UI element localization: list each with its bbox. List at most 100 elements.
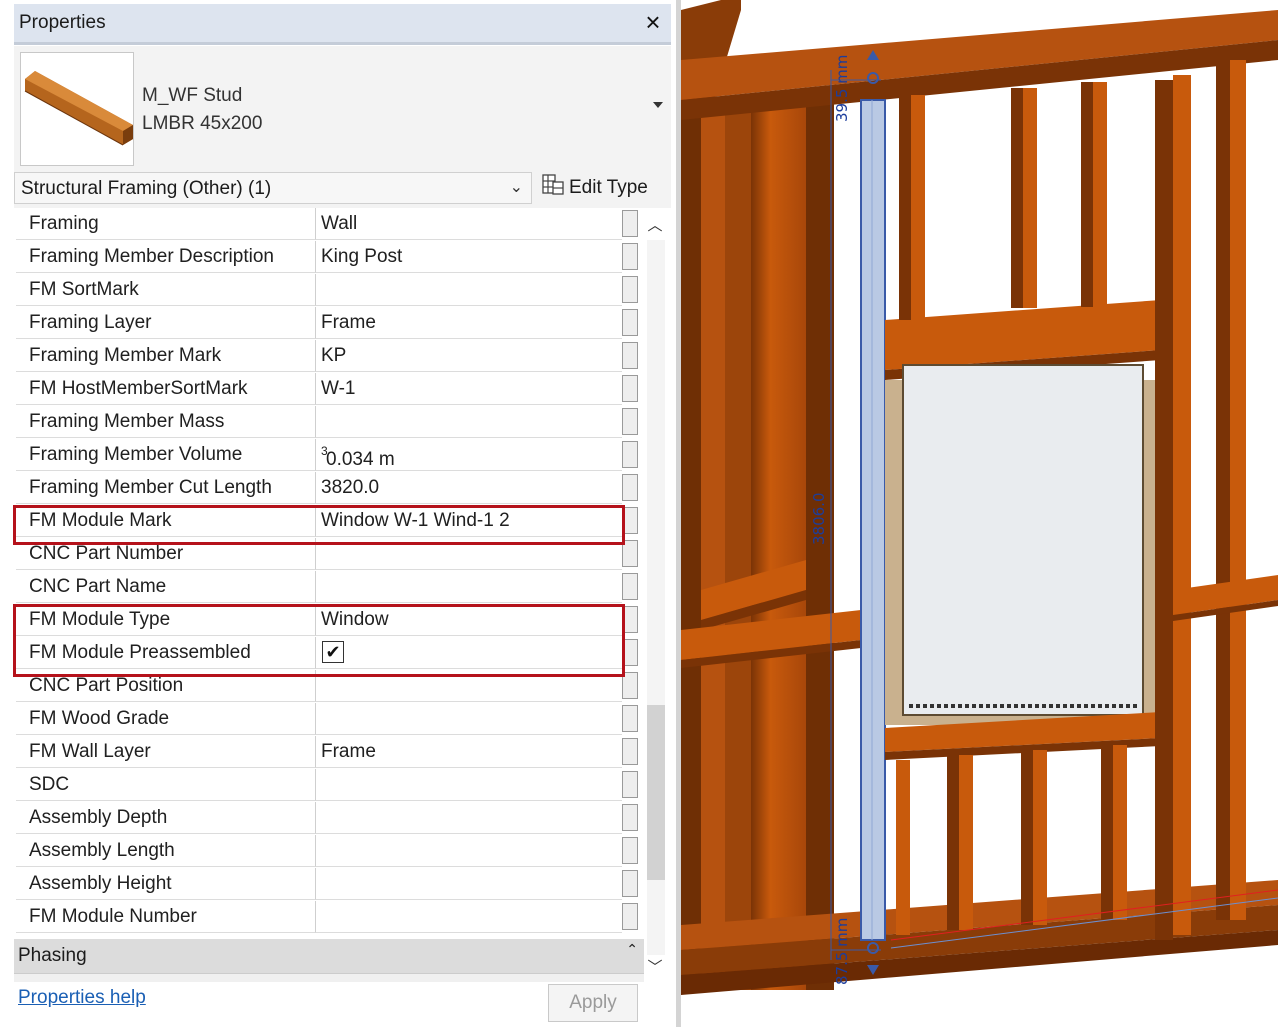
row-edit-button[interactable] bbox=[622, 903, 638, 930]
properties-palette: Properties × M_WF Stud LMBR 45x200 Struc… bbox=[0, 0, 676, 1027]
property-name: FM Module Preassembled bbox=[29, 642, 251, 663]
property-name: FM HostMemberSortMark bbox=[29, 378, 248, 399]
property-row[interactable]: Framing Member Volume 0.034 m3 bbox=[14, 439, 642, 472]
property-row[interactable]: Framing Member Description King Post bbox=[14, 241, 642, 274]
row-edit-button[interactable] bbox=[622, 408, 638, 435]
property-value[interactable]: Frame bbox=[316, 307, 622, 339]
row-edit-button[interactable] bbox=[622, 342, 638, 369]
type-family-name: M_WF Stud bbox=[142, 85, 243, 106]
property-row[interactable]: Assembly Length bbox=[14, 835, 642, 868]
property-value[interactable]: KP bbox=[316, 340, 622, 372]
property-row[interactable]: Framing Member Mass bbox=[14, 406, 642, 439]
collapse-icon[interactable]: ⌃ bbox=[626, 941, 638, 958]
property-row[interactable]: Framing Layer Frame bbox=[14, 307, 642, 340]
row-edit-button[interactable] bbox=[622, 738, 638, 765]
property-value[interactable]: Window bbox=[316, 604, 622, 636]
instance-filter-dropdown[interactable]: Structural Framing (Other) (1) ⌄ bbox=[14, 172, 532, 204]
row-edit-button[interactable] bbox=[622, 771, 638, 798]
property-value[interactable] bbox=[316, 868, 622, 900]
property-value[interactable] bbox=[316, 274, 622, 306]
row-edit-button[interactable] bbox=[622, 639, 638, 666]
property-value[interactable] bbox=[316, 802, 622, 834]
row-edit-button[interactable] bbox=[622, 276, 638, 303]
property-row[interactable]: FM Wood Grade bbox=[14, 703, 642, 736]
row-edit-button[interactable] bbox=[622, 540, 638, 567]
property-row[interactable]: Assembly Height bbox=[14, 868, 642, 901]
apply-button[interactable]: Apply bbox=[548, 984, 638, 1022]
property-value[interactable]: King Post bbox=[316, 241, 622, 273]
property-row[interactable]: CNC Part Number bbox=[14, 538, 642, 571]
property-name: Framing Member Description bbox=[29, 246, 274, 267]
dimension-top-label: 39.5 mm bbox=[833, 55, 851, 122]
properties-help-link[interactable]: Properties help bbox=[18, 987, 146, 1009]
row-edit-button[interactable] bbox=[622, 573, 638, 600]
chevron-down-icon[interactable] bbox=[653, 102, 663, 108]
palette-title: Properties bbox=[19, 12, 106, 33]
property-row[interactable]: FM Module Number bbox=[14, 901, 642, 934]
property-row[interactable]: Assembly Depth bbox=[14, 802, 642, 835]
3d-view[interactable]: 39.5 mm 3806.0 87.5 mm bbox=[681, 0, 1278, 1027]
property-value[interactable]: Wall bbox=[316, 208, 622, 240]
row-edit-button[interactable] bbox=[622, 606, 638, 633]
property-row[interactable]: Framing Member Cut Length 3820.0 bbox=[14, 472, 642, 505]
palette-title-bar[interactable]: Properties × bbox=[14, 4, 671, 43]
property-value[interactable] bbox=[316, 571, 622, 603]
property-name: Assembly Depth bbox=[29, 807, 168, 828]
property-value[interactable] bbox=[316, 406, 622, 438]
title-divider bbox=[14, 42, 671, 45]
type-selector[interactable]: M_WF Stud LMBR 45x200 bbox=[14, 46, 671, 170]
property-value[interactable] bbox=[316, 901, 622, 933]
property-value[interactable]: Frame bbox=[316, 736, 622, 768]
property-row[interactable]: SDC bbox=[14, 769, 642, 802]
section-header-phasing[interactable]: Phasing ⌃ bbox=[14, 939, 644, 973]
property-value[interactable] bbox=[316, 670, 622, 702]
preassembled-checkbox[interactable]: ✔ bbox=[322, 641, 344, 663]
property-value[interactable]: Window W-1 Wind-1 2 bbox=[316, 505, 622, 537]
property-name: FM Module Type bbox=[29, 609, 171, 630]
property-name: Framing bbox=[29, 213, 99, 234]
scrollbar-thumb[interactable] bbox=[647, 705, 665, 880]
property-row[interactable]: Framing Member Mark KP bbox=[14, 340, 642, 373]
property-value[interactable] bbox=[316, 703, 622, 735]
row-edit-button[interactable] bbox=[622, 309, 638, 336]
property-value[interactable] bbox=[316, 835, 622, 867]
type-size-name: LMBR 45x200 bbox=[142, 113, 263, 134]
property-value[interactable] bbox=[316, 538, 622, 570]
row-edit-button[interactable] bbox=[622, 705, 638, 732]
property-name: Assembly Length bbox=[29, 840, 175, 861]
property-row[interactable]: CNC Part Position bbox=[14, 670, 642, 703]
filter-row: Structural Framing (Other) (1) ⌄ Edit Ty… bbox=[14, 170, 671, 208]
property-name: Framing Member Mark bbox=[29, 345, 222, 366]
property-row[interactable]: FM Module Mark Window W-1 Wind-1 2 bbox=[14, 505, 642, 538]
edit-type-button[interactable]: Edit Type bbox=[542, 174, 648, 202]
close-icon[interactable]: × bbox=[641, 7, 665, 37]
property-row[interactable]: FM Module Preassembled ✔ bbox=[14, 637, 642, 670]
type-name: M_WF Stud LMBR 45x200 bbox=[142, 82, 262, 138]
property-row[interactable]: FM HostMemberSortMark W-1 bbox=[14, 373, 642, 406]
row-edit-button[interactable] bbox=[622, 243, 638, 270]
property-value[interactable]: 3820.0 bbox=[316, 472, 622, 504]
property-row[interactable]: FM Module Type Window bbox=[14, 604, 642, 637]
row-edit-button[interactable] bbox=[622, 441, 638, 468]
property-value[interactable] bbox=[316, 769, 622, 801]
row-edit-button[interactable] bbox=[622, 507, 638, 534]
property-row[interactable]: FM SortMark bbox=[14, 274, 642, 307]
row-edit-button[interactable] bbox=[622, 474, 638, 501]
property-row[interactable]: CNC Part Name bbox=[14, 571, 642, 604]
scroll-up-arrow-icon[interactable]: ︿ bbox=[645, 214, 665, 234]
row-edit-button[interactable] bbox=[622, 375, 638, 402]
property-row[interactable]: Framing Wall bbox=[14, 208, 642, 241]
property-value: ✔ bbox=[316, 637, 622, 669]
dimension-main-label: 3806.0 bbox=[810, 493, 828, 546]
property-value[interactable]: W-1 bbox=[316, 373, 622, 405]
row-edit-button[interactable] bbox=[622, 870, 638, 897]
scroll-down-arrow-icon[interactable]: ﹀ bbox=[645, 956, 665, 976]
property-value[interactable]: 0.034 m3 bbox=[316, 439, 622, 471]
property-row[interactable]: FM Wall Layer Frame bbox=[14, 736, 642, 769]
row-edit-button[interactable] bbox=[622, 210, 638, 237]
row-edit-button[interactable] bbox=[622, 804, 638, 831]
property-name: FM Wall Layer bbox=[29, 741, 151, 762]
next-row-partial bbox=[14, 973, 644, 982]
row-edit-button[interactable] bbox=[622, 672, 638, 699]
row-edit-button[interactable] bbox=[622, 837, 638, 864]
